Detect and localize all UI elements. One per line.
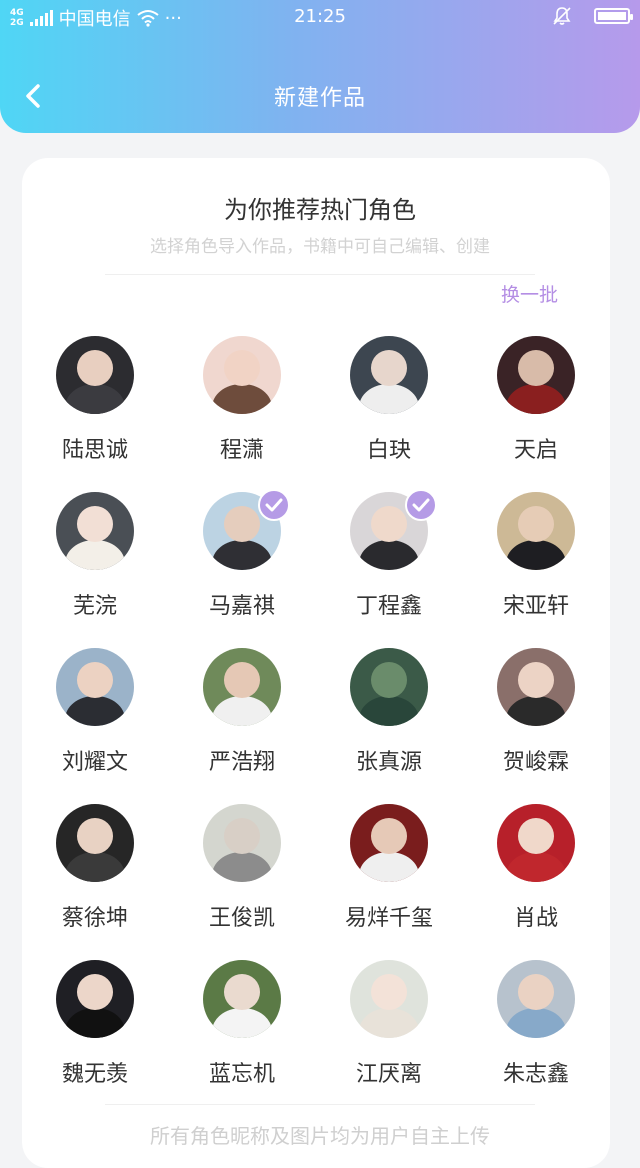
character-name: 魏无羡 — [61, 1062, 128, 1087]
character-avatar — [350, 804, 428, 882]
footer-note: 所有角色昵称及图片均为用户自主上传 — [150, 1124, 490, 1148]
character-avatar — [497, 492, 575, 570]
page-title: 新建作品 — [273, 86, 366, 111]
character-name: 江厌离 — [355, 1062, 422, 1087]
character-item[interactable]: 王俊凯 — [172, 804, 312, 944]
character-item[interactable]: 刘耀文 — [25, 648, 165, 788]
app-header: 4G 2G 中国电信 ··· 21:25 新建作品 — [0, 0, 640, 133]
character-item[interactable]: 天启 — [466, 336, 606, 476]
character-item[interactable]: 蔡徐坤 — [25, 804, 165, 944]
character-name: 刘耀文 — [61, 750, 128, 775]
section-title: 为你推荐热门角色 — [224, 196, 416, 224]
battery-level — [598, 12, 626, 20]
character-name: 贺峻霖 — [502, 750, 569, 775]
character-name: 张真源 — [355, 750, 422, 775]
character-item[interactable]: 朱志鑫 — [466, 960, 606, 1100]
character-item[interactable]: 贺峻霖 — [466, 648, 606, 788]
character-avatar — [350, 336, 428, 414]
character-item[interactable]: 江厌离 — [319, 960, 459, 1100]
character-item[interactable]: 易烊千玺 — [319, 804, 459, 944]
clock: 21:25 — [294, 6, 346, 27]
character-avatar — [56, 960, 134, 1038]
character-name: 天启 — [513, 438, 558, 463]
character-name: 白玦 — [366, 438, 411, 463]
character-avatar — [203, 648, 281, 726]
character-name: 王俊凯 — [208, 906, 275, 931]
character-avatar — [56, 804, 134, 882]
footer-divider — [105, 1104, 535, 1105]
character-item[interactable]: 马嘉祺 — [172, 489, 312, 632]
character-item[interactable]: 白玦 — [319, 336, 459, 476]
character-item[interactable]: 肖战 — [466, 804, 606, 944]
character-item[interactable]: 宋亚轩 — [466, 492, 606, 632]
character-name: 肖战 — [513, 906, 558, 931]
character-avatar — [497, 336, 575, 414]
character-item[interactable]: 魏无羡 — [25, 960, 165, 1100]
character-name: 丁程鑫 — [355, 594, 422, 619]
character-avatar — [497, 804, 575, 882]
character-name: 严浩翔 — [208, 750, 275, 775]
character-avatar — [56, 336, 134, 414]
character-name: 易烊千玺 — [344, 906, 433, 931]
character-avatar — [203, 804, 281, 882]
mute-bell-icon — [553, 7, 571, 25]
character-item[interactable]: 张真源 — [319, 648, 459, 788]
character-avatar — [497, 648, 575, 726]
checkmark-icon — [258, 489, 290, 521]
character-avatar — [497, 960, 575, 1038]
character-avatar — [203, 960, 281, 1038]
checkmark-icon — [405, 489, 437, 521]
divider — [105, 274, 535, 275]
character-item[interactable]: 芜浣 — [25, 492, 165, 632]
character-name: 蔡徐坤 — [61, 906, 128, 931]
character-item[interactable]: 程潇 — [172, 336, 312, 476]
character-item[interactable]: 丁程鑫 — [319, 489, 459, 632]
status-bar: 4G 2G 中国电信 ··· 21:25 — [0, 0, 640, 34]
refresh-batch-button[interactable]: 换一批 — [501, 280, 558, 307]
character-name: 陆思诚 — [61, 438, 128, 463]
character-name: 朱志鑫 — [502, 1062, 569, 1087]
battery-icon — [594, 8, 633, 24]
character-name: 宋亚轩 — [502, 594, 569, 619]
character-name: 程潇 — [219, 438, 264, 463]
character-avatar — [350, 648, 428, 726]
character-avatar — [56, 648, 134, 726]
character-name: 马嘉祺 — [208, 594, 275, 619]
character-avatar — [56, 492, 134, 570]
character-item[interactable]: 陆思诚 — [25, 336, 165, 476]
section-subtitle: 选择角色导入作品，书籍中可自己编辑、创建 — [150, 237, 490, 257]
character-item[interactable]: 蓝忘机 — [172, 960, 312, 1100]
character-avatar — [350, 960, 428, 1038]
character-name: 芜浣 — [72, 594, 117, 619]
character-item[interactable]: 严浩翔 — [172, 648, 312, 788]
character-name: 蓝忘机 — [208, 1062, 275, 1087]
character-avatar — [203, 336, 281, 414]
